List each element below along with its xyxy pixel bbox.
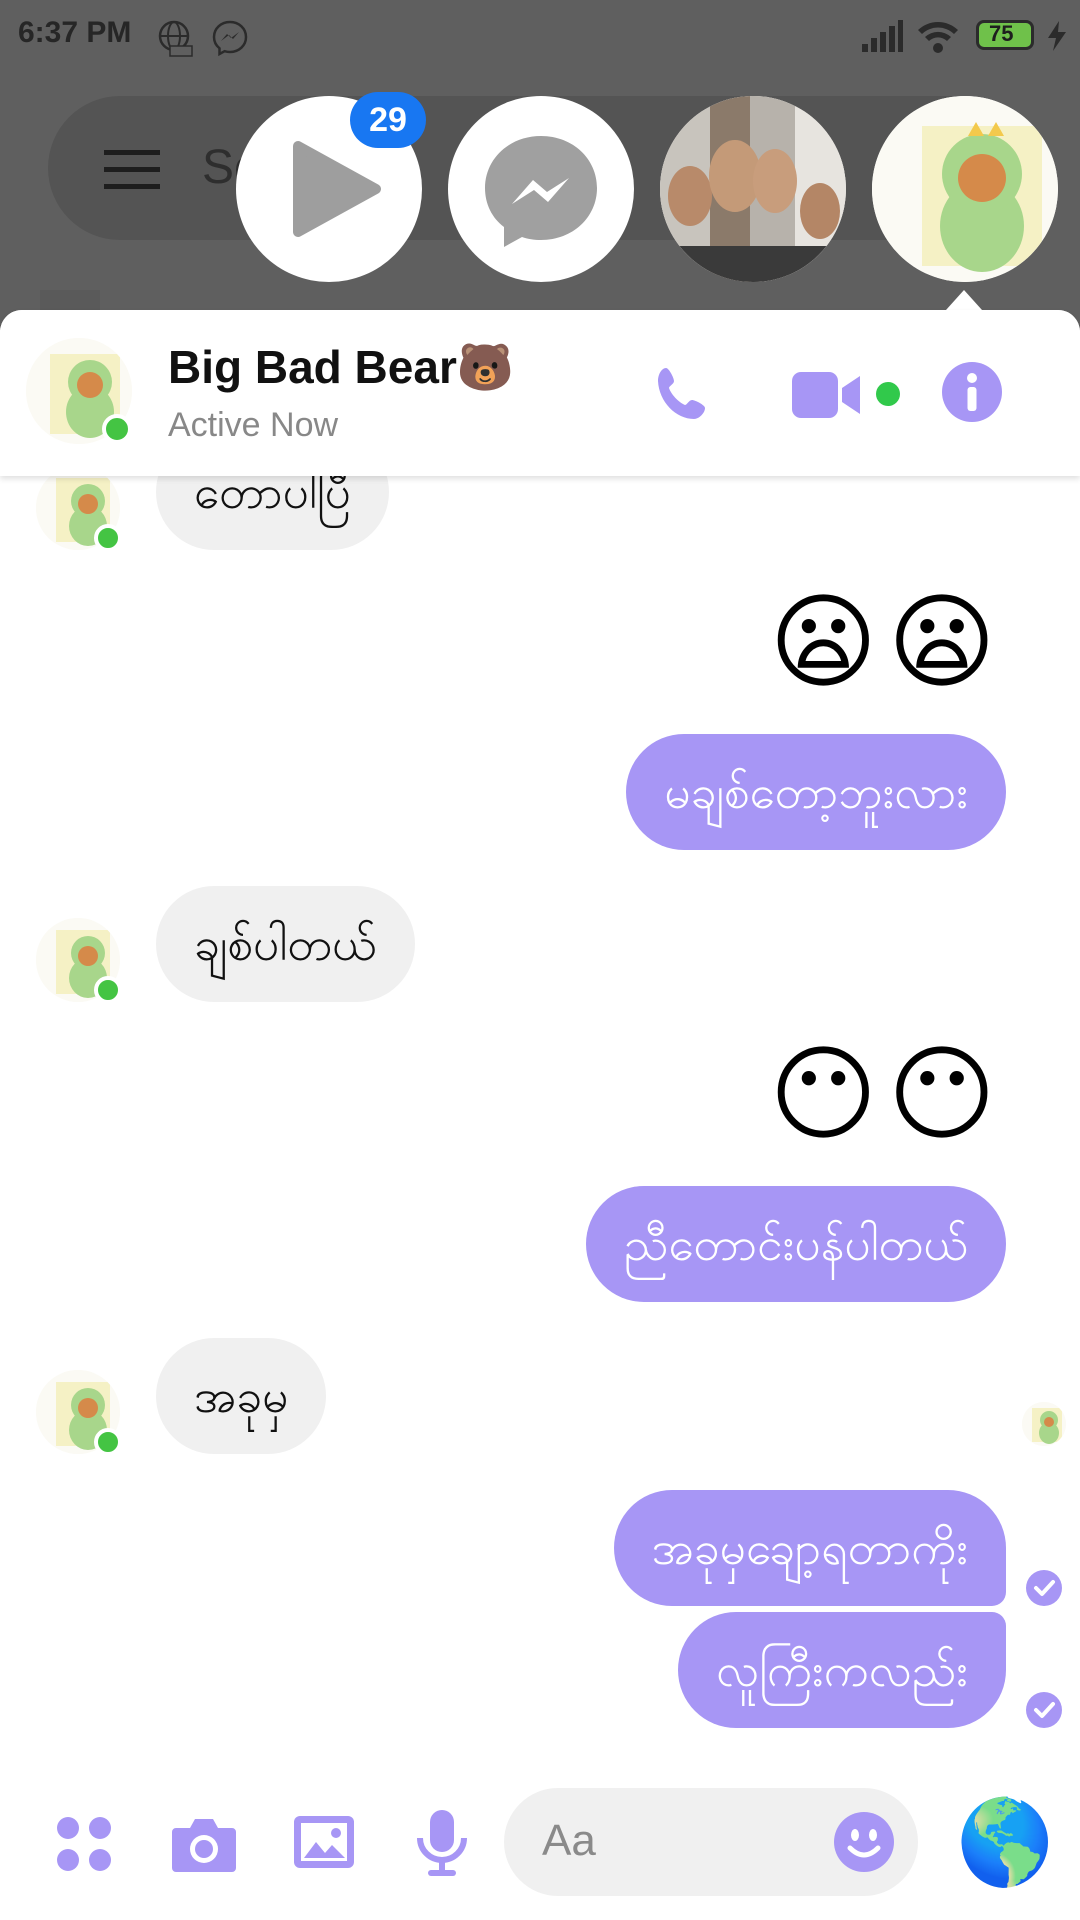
online-indicator <box>94 524 122 552</box>
outgoing-message[interactable]: လူကြီးကလည်း <box>678 1612 1006 1728</box>
microphone-icon[interactable] <box>414 1808 470 1878</box>
battery-level: 75 <box>989 21 1014 46</box>
phone-call-icon[interactable] <box>652 362 716 426</box>
signal-icon <box>862 20 903 52</box>
dino-cat-avatar <box>872 96 1058 282</box>
online-indicator <box>94 1428 122 1456</box>
status-bar: 6:37 PM 75 <box>0 0 1080 72</box>
contact-name[interactable]: Big Bad Bear🐻 <box>168 340 514 395</box>
camera-icon[interactable] <box>170 1814 238 1874</box>
quick-reaction-globe-button[interactable]: 🌎 <box>956 1796 1048 1888</box>
online-indicator <box>102 414 132 444</box>
sent-check-icon <box>1026 1570 1062 1606</box>
hamburger-menu-icon[interactable] <box>104 150 160 190</box>
emoji-picker-icon[interactable] <box>834 1812 894 1872</box>
video-active-dot <box>876 382 900 406</box>
conversation-header: Big Bad Bear🐻 Active Now <box>0 310 1080 476</box>
incoming-message[interactable]: အခုမှ <box>156 1338 327 1454</box>
message-input[interactable]: Aa <box>504 1788 918 1896</box>
wifi-icon <box>918 22 958 53</box>
online-indicator <box>94 976 122 1004</box>
more-apps-icon[interactable] <box>54 1814 114 1874</box>
active-status: Active Now <box>168 406 339 444</box>
battery-indicator: 75 <box>976 20 1034 50</box>
status-time: 6:37 PM <box>18 16 132 49</box>
chat-head-big-bad-bear[interactable] <box>872 96 1058 282</box>
dino-cat-avatar <box>1022 1402 1066 1446</box>
read-receipt-avatar <box>1022 1402 1066 1446</box>
group-photo-avatar <box>660 96 846 282</box>
outgoing-message[interactable]: မချစ်တော့ဘူးလား <box>626 734 1006 850</box>
video-call-icon[interactable] <box>792 370 862 420</box>
emoji-message[interactable]: 😦😦 <box>769 582 1006 702</box>
outgoing-message[interactable]: ညီတောင်းပန်ပါတယ် <box>585 1186 1006 1302</box>
globe-emoji: 🌎 <box>956 1796 1048 1888</box>
message-input-placeholder: Aa <box>542 1816 596 1865</box>
emoji-message[interactable]: 😶😶 <box>769 1034 1006 1154</box>
messenger-icon <box>485 136 597 247</box>
incoming-message[interactable]: ချစ်ပါတယ် <box>156 886 415 1002</box>
outgoing-message[interactable]: အခုမှချော့ရတာကိုး <box>613 1490 1006 1606</box>
chat-head-group[interactable] <box>660 96 846 282</box>
messenger-notification-icon <box>212 20 248 57</box>
unread-badge: 29 <box>350 92 426 148</box>
sent-check-icon <box>1026 1692 1062 1728</box>
info-icon[interactable] <box>942 362 1002 422</box>
chat-head-pointer <box>946 290 982 310</box>
chat-head-messenger[interactable] <box>448 96 634 282</box>
charging-bolt-icon <box>1048 21 1066 51</box>
globe-live-icon <box>158 20 193 57</box>
gallery-icon[interactable] <box>292 1812 356 1872</box>
